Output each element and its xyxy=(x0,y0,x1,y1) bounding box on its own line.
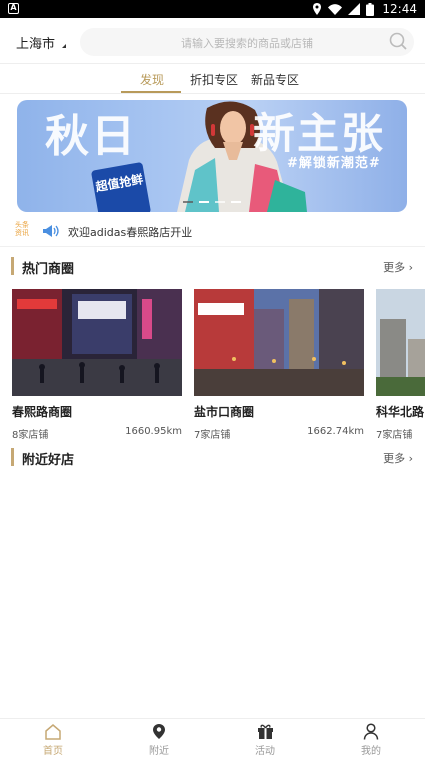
divider xyxy=(0,246,425,247)
carousel-indicator xyxy=(17,201,407,203)
chevron-right-icon: › xyxy=(408,452,413,465)
distance: 1662.74km xyxy=(307,426,364,437)
notice-text[interactable]: 欢迎adidas春熙路店开业 xyxy=(68,224,192,240)
distance: 1660.95km xyxy=(125,426,182,437)
top-bar: 上海市 请输入要搜索的商品或店铺 xyxy=(0,18,425,64)
district-photo xyxy=(12,289,182,396)
more-label: 更多 xyxy=(383,261,406,274)
more-label: 更多 xyxy=(383,452,406,465)
person-icon xyxy=(363,723,379,740)
tab-discover[interactable]: 发现 xyxy=(140,71,164,88)
store-count: 7家店铺 xyxy=(194,430,231,441)
district-name: 春熙路商圈 xyxy=(12,405,73,419)
section-accent-bar xyxy=(11,448,14,466)
city-selector[interactable]: 上海市 xyxy=(16,33,55,52)
promo-banner[interactable]: 秋日 超值抢鲜 新主张 #解锁新潮范# xyxy=(17,100,407,212)
district-card[interactable]: 春熙路商圈 8家店铺 1660.95km xyxy=(12,289,182,441)
carousel-dot-active[interactable] xyxy=(199,201,209,203)
carousel-dot[interactable] xyxy=(215,201,225,203)
status-bar: A 12:44 xyxy=(0,0,425,18)
section-title: 附近好店 xyxy=(22,453,75,468)
nav-activities[interactable]: 活动 xyxy=(235,723,295,757)
gift-icon xyxy=(257,724,273,739)
signal-icon xyxy=(348,3,361,15)
hot-districts-header: 热门商圈 更多 › xyxy=(0,257,425,277)
district-name: 盐市口商圈 xyxy=(194,405,255,419)
search-placeholder: 请输入要搜索的商品或店铺 xyxy=(181,37,313,50)
banner-subtitle: #解锁新潮范# xyxy=(287,156,381,171)
more-link[interactable]: 更多 › xyxy=(383,259,413,275)
nav-profile[interactable]: 我的 xyxy=(341,723,401,757)
search-input[interactable]: 请输入要搜索的商品或店铺 xyxy=(80,28,414,56)
banner-title-left: 秋日 xyxy=(45,111,137,162)
category-tabs: 发现 折扣专区 新品专区 xyxy=(0,64,425,94)
chevron-right-icon: › xyxy=(408,261,413,274)
district-photo xyxy=(376,289,425,396)
district-card[interactable]: 科华北路 7家店铺 xyxy=(376,289,425,439)
bottom-navigation: 首页 附近 活动 我的 xyxy=(0,718,425,757)
district-photo xyxy=(194,289,364,396)
clock: 12:44 xyxy=(382,2,417,16)
search-icon[interactable] xyxy=(388,31,408,51)
app-notification-icon: A xyxy=(8,3,19,14)
nav-home[interactable]: 首页 xyxy=(23,723,83,757)
district-name: 科华北路 xyxy=(376,405,425,419)
section-title: 热门商圈 xyxy=(22,262,75,277)
location-pin-icon xyxy=(153,724,165,739)
nav-nearby[interactable]: 附近 xyxy=(129,723,189,757)
megaphone-icon xyxy=(43,225,59,237)
section-accent-bar xyxy=(11,257,14,275)
headline-badge: 头条资讯 xyxy=(15,221,29,237)
wifi-icon xyxy=(328,3,343,15)
tab-new-arrivals[interactable]: 新品专区 xyxy=(251,71,299,88)
home-icon xyxy=(45,724,61,740)
store-count: 8家店铺 xyxy=(12,430,49,441)
carousel-dot[interactable] xyxy=(231,201,241,203)
carousel-dot[interactable] xyxy=(183,201,193,203)
tab-discount[interactable]: 折扣专区 xyxy=(190,71,238,88)
news-ticker[interactable]: 头条资讯 欢迎adidas春熙路店开业 xyxy=(0,220,425,244)
store-count: 7家店铺 xyxy=(376,430,413,439)
location-status-icon xyxy=(313,3,322,15)
district-card[interactable]: 盐市口商圈 7家店铺 1662.74km xyxy=(194,289,364,441)
banner-badge: 超值抢鲜 xyxy=(90,161,152,212)
battery-icon xyxy=(366,2,375,16)
nearby-stores-header: 附近好店 更多 › xyxy=(0,448,425,468)
active-tab-indicator xyxy=(121,91,181,93)
more-link[interactable]: 更多 › xyxy=(383,450,413,466)
city-dropdown-icon[interactable] xyxy=(62,44,66,48)
